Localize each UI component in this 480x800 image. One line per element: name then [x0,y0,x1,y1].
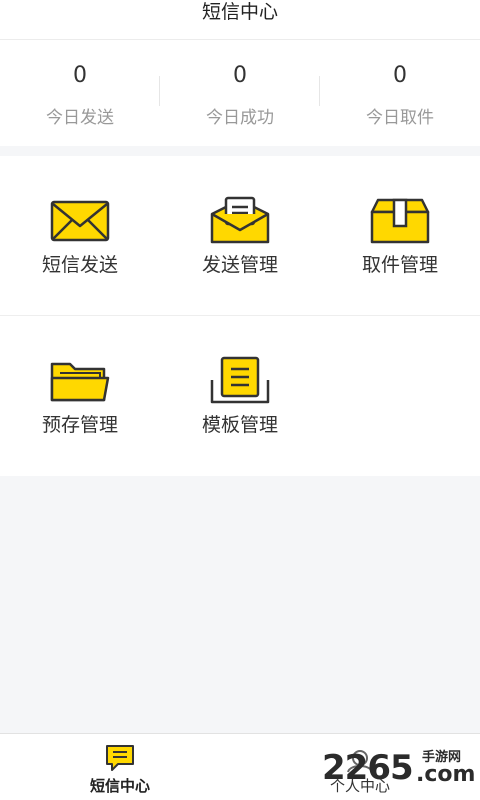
grid-item-label: 模板管理 [201,414,278,436]
function-grid: 短信发送 发送管理 取件管理 预存管理 模板管理 [0,156,480,476]
stat-label: 今日发送 [46,108,114,128]
stat-today-pickup[interactable]: 0 今日取件 [320,40,480,146]
template-management-button[interactable]: 模板管理 [160,316,320,476]
pickup-management-button[interactable]: 取件管理 [320,156,480,315]
page-title: 短信中心 [201,1,278,23]
stat-today-success[interactable]: 0 今日成功 [160,40,320,146]
stat-value: 0 [393,63,407,88]
stats-panel: 0 今日发送 0 今日成功 0 今日取件 [0,40,480,146]
stat-value: 0 [233,63,247,88]
document-tray-icon [210,356,270,404]
stat-label: 今日成功 [206,108,274,128]
tab-label: 短信中心 [89,777,150,795]
folder-icon [50,362,110,402]
grid-row: 短信发送 发送管理 取件管理 [0,156,480,316]
open-envelope-icon [210,196,270,244]
sms-send-button[interactable]: 短信发送 [0,156,160,315]
empty-cell [320,316,480,476]
top-header: 短信中心 [0,0,480,40]
watermark-digits: 2265 [322,748,414,788]
grid-item-label: 取件管理 [361,254,438,276]
grid-item-label: 预存管理 [41,414,118,436]
envelope-icon [50,200,110,242]
message-icon [106,745,134,771]
tab-sms-center[interactable]: 短信中心 [0,734,240,800]
watermark-com: .com [416,762,476,787]
watermark-logo: 2265 手游网 .com [322,746,476,792]
grid-item-label: 发送管理 [201,254,278,276]
grid-item-label: 短信发送 [41,254,118,276]
package-icon [370,198,430,244]
grid-row: 预存管理 模板管理 [0,316,480,476]
stat-today-sent[interactable]: 0 今日发送 [0,40,160,146]
stat-label: 今日取件 [366,108,434,128]
stat-value: 0 [73,63,87,88]
prepaid-management-button[interactable]: 预存管理 [0,316,160,476]
send-management-button[interactable]: 发送管理 [160,156,320,315]
